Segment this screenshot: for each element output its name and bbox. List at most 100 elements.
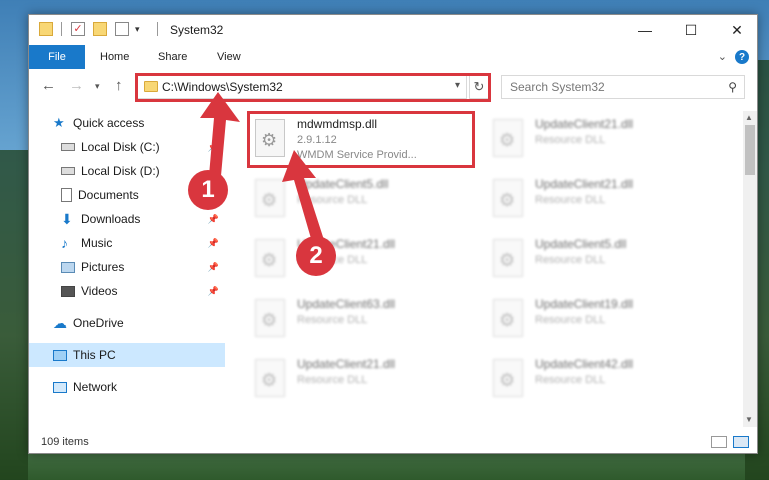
vertical-scrollbar[interactable]: ▲ ▼ [743, 111, 757, 427]
scroll-down-icon[interactable]: ▼ [745, 415, 753, 424]
file-item[interactable]: ⚙ UpdateClient63.dll Resource DLL [249, 293, 469, 347]
file-item[interactable]: ⚙ UpdateClient42.dll Resource DLL [487, 353, 707, 407]
dll-file-icon: ⚙ [493, 119, 523, 157]
address-bar[interactable]: C:\Windows\System32 ▾ [137, 75, 467, 99]
tab-file[interactable]: File [29, 45, 85, 69]
up-button[interactable]: ↑ [115, 77, 123, 94]
title-bar: ✓ ▾ System32 — ☐ ✕ [29, 15, 757, 45]
dll-file-icon: ⚙ [493, 299, 523, 337]
chevron-down-icon[interactable]: ▾ [455, 80, 460, 91]
file-description: Resource DLL [297, 314, 368, 326]
sidebar-item-label: Documents [78, 188, 139, 202]
folder-icon [39, 22, 53, 36]
drive-icon [61, 143, 75, 151]
file-item[interactable]: ⚙ UpdateClient19.dll Resource DLL [487, 293, 707, 347]
scroll-up-icon[interactable]: ▲ [745, 113, 753, 122]
sidebar-item-label: OneDrive [73, 316, 124, 330]
sidebar-item-pictures[interactable]: Pictures 📌 [29, 255, 225, 279]
dll-file-icon: ⚙ [493, 359, 523, 397]
gear-icon: ⚙ [261, 250, 278, 270]
customize-icon[interactable] [115, 22, 129, 36]
file-name: mdwmdmsp.dll [297, 117, 378, 131]
file-description: Resource DLL [535, 134, 606, 146]
gear-icon: ⚙ [499, 370, 516, 390]
download-icon: ⬇ [61, 211, 73, 227]
step-2-badge: 2 [296, 236, 336, 276]
scroll-thumb[interactable] [745, 125, 755, 175]
pin-icon[interactable]: 📌 [208, 214, 219, 225]
new-folder-icon[interactable] [93, 22, 107, 36]
separator-line [157, 22, 158, 36]
file-item[interactable]: ⚙ UpdateClient21.dll Resource DLL [249, 353, 469, 407]
sidebar-item-label: Quick access [73, 116, 145, 130]
tab-share[interactable]: Share [158, 45, 187, 69]
step-1-badge: 1 [188, 170, 228, 210]
file-name: UpdateClient21.dll [297, 357, 396, 371]
file-item[interactable]: ⚙ UpdateClient21.dll Resource DLL [487, 173, 707, 227]
file-description: Resource DLL [297, 374, 368, 386]
file-item[interactable]: ⚙ UpdateClient21.dll Resource DLL [487, 113, 707, 167]
folder-icon [144, 81, 158, 92]
status-bar: 109 items [29, 433, 757, 453]
star-icon: ★ [53, 115, 65, 130]
back-button[interactable]: ← [41, 77, 56, 94]
item-count: 109 items [41, 436, 89, 448]
pin-icon[interactable]: 📌 [208, 238, 219, 249]
gear-icon: ⚙ [499, 250, 516, 270]
dll-file-icon: ⚙ [255, 299, 285, 337]
dll-file-icon: ⚙ [255, 359, 285, 397]
forward-button[interactable]: → [69, 77, 84, 94]
file-description: Resource DLL [535, 254, 606, 266]
music-icon: ♪ [61, 235, 68, 251]
minimize-button[interactable]: — [623, 15, 667, 45]
large-icons-view-icon[interactable] [733, 436, 749, 448]
file-name: UpdateClient5.dll [535, 237, 627, 251]
gear-icon: ⚙ [499, 310, 516, 330]
sidebar-item-onedrive[interactable]: ☁ OneDrive [29, 311, 225, 335]
computer-icon [53, 349, 67, 361]
gear-icon: ⚙ [499, 130, 516, 150]
pictures-icon [61, 261, 75, 273]
videos-icon [61, 285, 75, 297]
pin-icon[interactable]: 📌 [208, 262, 219, 273]
sidebar-item-network[interactable]: Network [29, 375, 225, 399]
file-description: Resource DLL [535, 314, 606, 326]
chevron-down-icon[interactable]: ▾ [135, 22, 149, 36]
sidebar-item-music[interactable]: ♪ Music 📌 [29, 231, 225, 255]
recent-locations-icon[interactable]: ▾ [95, 81, 100, 92]
details-view-icon[interactable] [711, 436, 727, 448]
maximize-button[interactable]: ☐ [669, 15, 713, 45]
file-version: 2.9.1.12 [297, 134, 337, 146]
sidebar-item-this-pc[interactable]: This PC [29, 343, 225, 367]
file-item[interactable]: ⚙ UpdateClient5.dll Resource DLL [487, 233, 707, 287]
drive-icon [61, 167, 75, 175]
close-button[interactable]: ✕ [715, 15, 759, 45]
tab-home[interactable]: Home [100, 45, 129, 69]
pin-icon[interactable]: 📌 [208, 286, 219, 297]
gear-icon: ⚙ [261, 370, 278, 390]
sidebar-item-label: Local Disk (C:) [81, 140, 160, 154]
sidebar-item-label: Network [73, 380, 118, 394]
collapse-ribbon-icon[interactable]: ⌄ [718, 50, 727, 63]
cloud-icon: ☁ [53, 315, 67, 331]
file-name: UpdateClient21.dll [535, 117, 634, 131]
file-name: UpdateClient21.dll [535, 177, 634, 191]
search-icon[interactable]: ⚲ [728, 80, 737, 94]
file-name: UpdateClient19.dll [535, 297, 634, 311]
tab-view[interactable]: View [217, 45, 241, 69]
network-icon [53, 381, 67, 393]
file-name: UpdateClient42.dll [535, 357, 634, 371]
refresh-button[interactable]: ↻ [469, 75, 489, 99]
sidebar-item-label: Videos [81, 284, 118, 298]
file-name: UpdateClient63.dll [297, 297, 396, 311]
sidebar-item-downloads[interactable]: ⬇ Downloads 📌 [29, 207, 225, 231]
search-input[interactable]: Search System32 ⚲ [501, 75, 745, 99]
search-placeholder: Search System32 [510, 80, 605, 94]
help-button[interactable]: ? [735, 50, 749, 64]
sidebar-item-label: This PC [73, 348, 116, 362]
address-row: ← → ▾ ↑ C:\Windows\System32 ▾ ↻ Search S… [29, 73, 757, 101]
properties-icon[interactable]: ✓ [71, 22, 85, 36]
sidebar-item-videos[interactable]: Videos 📌 [29, 279, 225, 303]
dll-file-icon: ⚙ [493, 239, 523, 277]
file-description: Resource DLL [535, 194, 606, 206]
